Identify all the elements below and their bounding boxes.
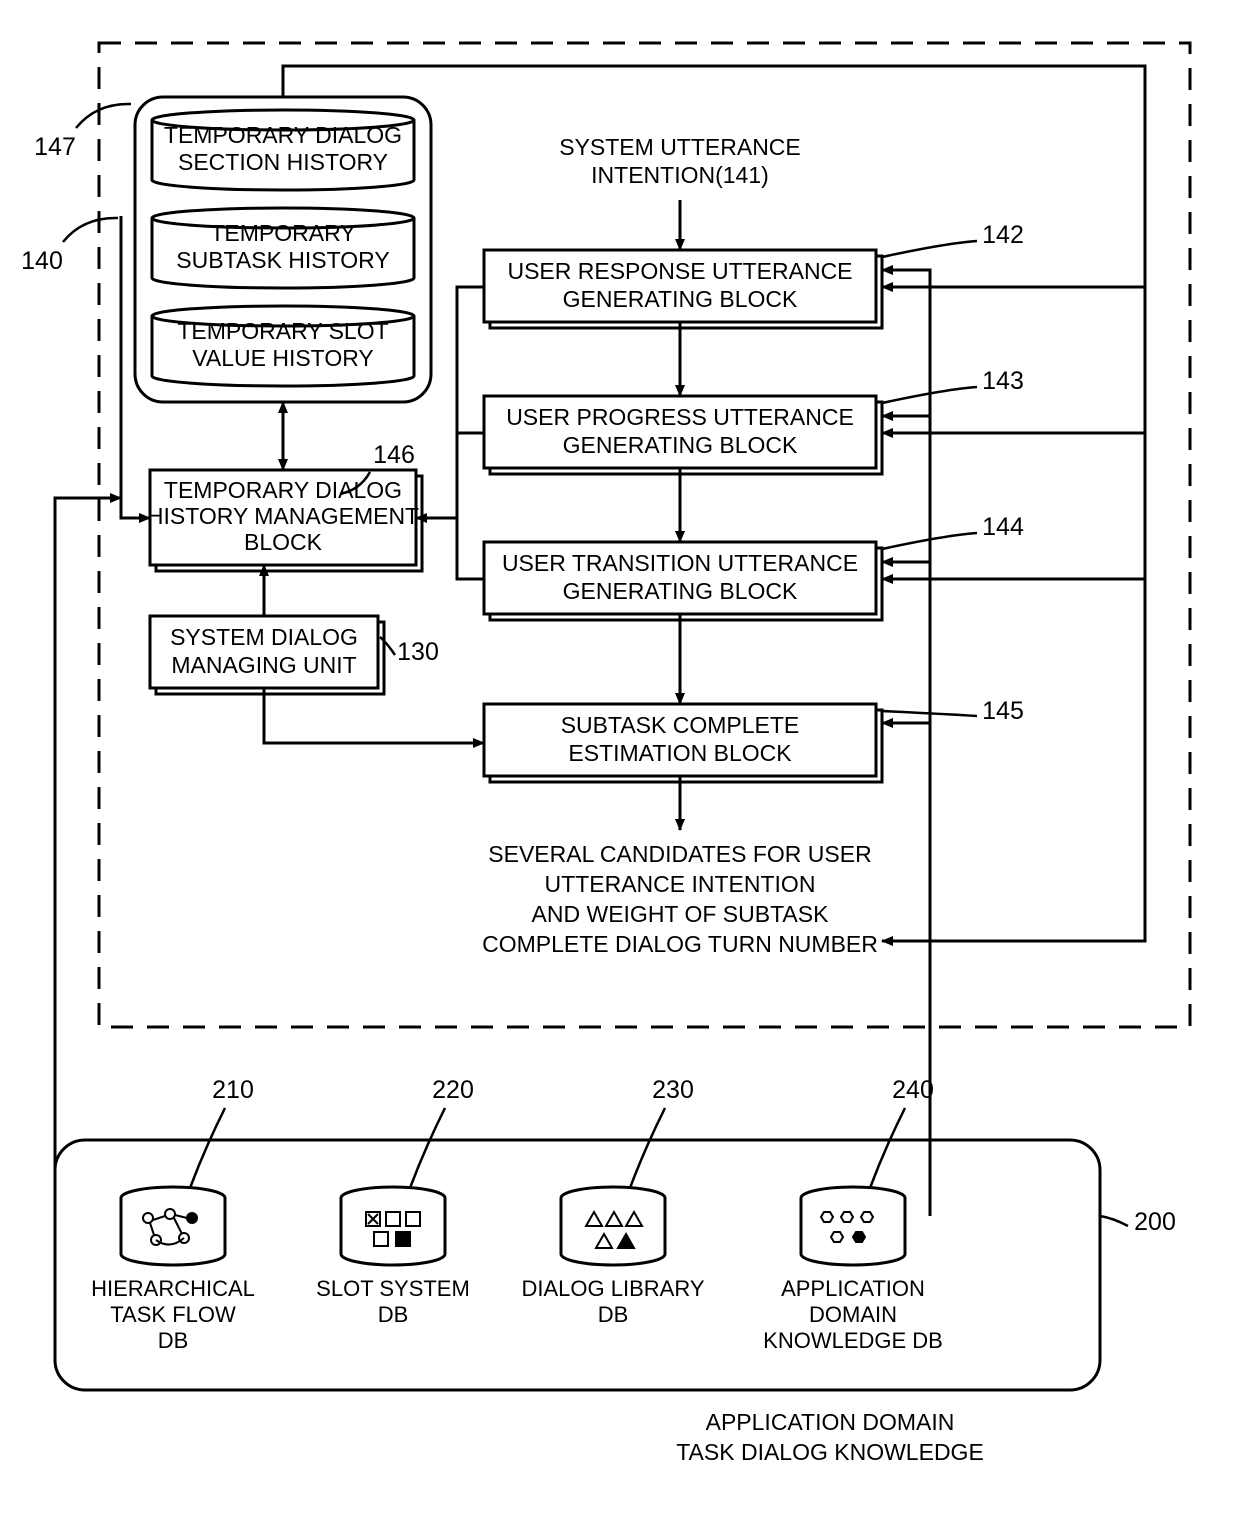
ref-147: 147	[34, 133, 76, 161]
svg-text:HIERARCHICALTASK FLOWDB: HIERARCHICALTASK FLOWDB	[91, 1276, 255, 1353]
ref-230: 230	[652, 1076, 694, 1104]
sd-l2: MANAGING UNIT	[171, 652, 356, 678]
up-l1: USER PROGRESS UTTERANCE	[506, 404, 854, 430]
ref-200: 200	[1134, 1208, 1176, 1236]
ur-l1: USER RESPONSE UTTERANCE	[507, 258, 852, 284]
ref-220: 220	[432, 1076, 474, 1104]
db-dialog-library: DIALOG LIBRARYDB	[522, 1187, 705, 1327]
cyl1-line2: SECTION HISTORY	[178, 149, 388, 175]
ref-143: 143	[982, 367, 1024, 395]
db-slot-system: SLOT SYSTEMDB	[316, 1187, 470, 1327]
label-output: SEVERAL CANDIDATES FOR USERUTTERANCE INT…	[482, 841, 878, 957]
cylinder-temp-slot: TEMPORARY SLOTVALUE HISTORY	[152, 306, 414, 386]
ur-l2: GENERATING BLOCK	[563, 286, 798, 312]
block-sys-dialog: SYSTEM DIALOGMANAGING UNIT	[150, 616, 384, 694]
svg-text:TEMPORARY SLOTVALUE HISTORY: TEMPORARY SLOTVALUE HISTORY	[177, 318, 388, 371]
db-app-domain: APPLICATIONDOMAINKNOWLEDGE DB	[763, 1187, 943, 1353]
knowledge-title: APPLICATION DOMAINTASK DIALOG KNOWLEDGE	[676, 1409, 984, 1465]
label-sys-utterance: SYSTEM UTTERANCEINTENTION(141)	[559, 134, 801, 188]
cyl1-line1: TEMPORARY DIALOG	[164, 122, 402, 148]
cyl2-line2: SUBTASK HISTORY	[176, 247, 389, 273]
ut-l1: USER TRANSITION UTTERANCE	[502, 550, 858, 576]
block-user-transition: USER TRANSITION UTTERANCEGENERATING BLOC…	[484, 542, 882, 620]
ref-142: 142	[982, 221, 1024, 249]
tm-l3: BLOCK	[244, 529, 323, 555]
svg-text:DIALOG LIBRARYDB: DIALOG LIBRARYDB	[522, 1276, 705, 1327]
svg-text:APPLICATIONDOMAINKNOWLEDGE DB: APPLICATIONDOMAINKNOWLEDGE DB	[763, 1276, 943, 1353]
block-user-response: USER RESPONSE UTTERANCEGENERATING BLOCK	[484, 250, 882, 328]
ref-240: 240	[892, 1076, 934, 1104]
ref-210: 210	[212, 1076, 254, 1104]
ref-146: 146	[373, 441, 415, 469]
se-l2: ESTIMATION BLOCK	[568, 740, 792, 766]
svg-text:TEMPORARY DIALOGSECTION HISTOR: TEMPORARY DIALOGSECTION HISTORY	[164, 122, 402, 175]
db-hierarchical: HIERARCHICALTASK FLOWDB	[91, 1187, 255, 1353]
sd-l1: SYSTEM DIALOG	[170, 624, 358, 650]
up-l2: GENERATING BLOCK	[563, 432, 798, 458]
block-subtask-estimation: SUBTASK COMPLETEESTIMATION BLOCK	[484, 704, 882, 782]
ut-l2: GENERATING BLOCK	[563, 578, 798, 604]
ref-130: 130	[397, 638, 439, 666]
block-user-progress: USER PROGRESS UTTERANCEGENERATING BLOCK	[484, 396, 882, 474]
knowledge-container	[55, 1140, 1100, 1390]
se-l1: SUBTASK COMPLETE	[561, 712, 800, 738]
svg-text:SLOT SYSTEMDB: SLOT SYSTEMDB	[316, 1276, 470, 1327]
tm-l2: HISTORY MANAGEMENT	[147, 503, 419, 529]
ref-145: 145	[982, 697, 1024, 725]
cyl3-line2: VALUE HISTORY	[192, 345, 374, 371]
cyl3-line1: TEMPORARY SLOT	[177, 318, 388, 344]
cylinder-temp-dialog-section: TEMPORARY DIALOGSECTION HISTORY	[152, 110, 414, 190]
tm-l1: TEMPORARY DIALOG	[164, 477, 402, 503]
cylinder-temp-subtask: TEMPORARYSUBTASK HISTORY	[152, 208, 414, 288]
cyl2-line1: TEMPORARY	[210, 220, 355, 246]
ref-140: 140	[21, 247, 63, 275]
diagram-canvas: TEMPORARY DIALOGSECTION HISTORY TEMPORAR…	[0, 0, 1240, 1540]
ref-144: 144	[982, 513, 1024, 541]
block-temp-mgmt: TEMPORARY DIALOGHISTORY MANAGEMENTBLOCK	[147, 470, 422, 571]
